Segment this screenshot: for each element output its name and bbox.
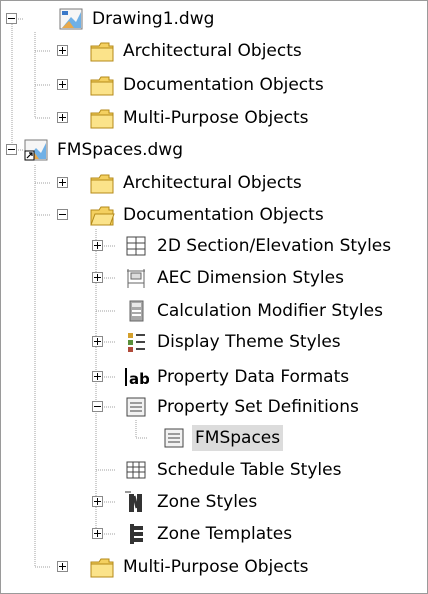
collapse-toggle-property-set-definitions[interactable]: [92, 401, 103, 412]
dimension-style-icon: [127, 269, 145, 288]
tree-node-label: Multi-Purpose Objects: [123, 108, 309, 128]
tree-node-aec-dimension-styles[interactable]: AEC Dimension Styles: [123, 265, 347, 291]
tree-node-calculation-modifier-styles[interactable]: Calculation Modifier Styles: [123, 298, 386, 324]
tree-node-label: Architectural Objects: [123, 41, 302, 61]
expand-toggle-section-elevation-styles[interactable]: [92, 240, 103, 251]
schedule-table-icon: [126, 461, 146, 479]
svg-text:ab: ab: [129, 370, 149, 388]
expand-toggle-fmspaces-architectural[interactable]: [57, 177, 68, 188]
zone-template-icon: [130, 524, 143, 544]
section-elevation-icon: [126, 236, 146, 256]
tree-node-fmspaces[interactable]: FMSpaces.dwg: [23, 137, 186, 163]
tree-node-section-elevation-styles[interactable]: 2D Section/Elevation Styles: [123, 233, 394, 259]
expand-toggle-drawing1-architectural[interactable]: [57, 45, 68, 56]
tree-node-property-set-definitions[interactable]: Property Set Definitions: [123, 394, 362, 420]
tree-node-label: Multi-Purpose Objects: [123, 557, 309, 577]
tree-node-label: Calculation Modifier Styles: [157, 301, 383, 321]
tree-node-label: Zone Templates: [157, 524, 293, 544]
tree-node-drawing1-multipurpose[interactable]: Multi-Purpose Objects: [89, 105, 312, 131]
expand-toggle-fmspaces-multipurpose[interactable]: [57, 561, 68, 572]
tree-node-label: FMSpaces.dwg: [57, 140, 183, 160]
drawing-file-icon: [59, 8, 83, 30]
tree-node-drawing1-documentation[interactable]: Documentation Objects: [89, 72, 327, 98]
tree-node-property-data-formats[interactable]: ab Property Data Formats: [123, 364, 352, 390]
tree-node-label: Property Data Formats: [157, 367, 350, 387]
collapse-toggle-fmspaces-documentation[interactable]: [57, 209, 68, 220]
tree-node-label: Documentation Objects: [123, 75, 324, 95]
folder-icon: [90, 42, 114, 62]
drawing-file-shortcut-icon: [24, 139, 48, 161]
folder-icon: [90, 558, 114, 578]
tree-node-label: Architectural Objects: [123, 173, 302, 193]
collapse-toggle-fmspaces[interactable]: [6, 144, 17, 155]
tree-node-label: 2D Section/Elevation Styles: [157, 236, 392, 256]
tree-node-display-theme-styles[interactable]: Display Theme Styles: [123, 329, 344, 355]
expand-toggle-property-data-formats[interactable]: [92, 371, 103, 382]
zone-style-icon: [125, 491, 142, 512]
tree-node-zone-templates[interactable]: Zone Templates: [123, 521, 295, 547]
folder-icon: [90, 109, 114, 129]
tree-node-label: AEC Dimension Styles: [157, 268, 344, 288]
property-set-icon: [164, 428, 184, 448]
expand-toggle-drawing1-documentation[interactable]: [57, 79, 68, 90]
tree-node-label: Zone Styles: [157, 492, 258, 512]
tree-node-fmspaces-documentation[interactable]: Documentation Objects: [89, 202, 327, 228]
tree-node-schedule-table-styles[interactable]: Schedule Table Styles: [123, 457, 344, 483]
tree-node-label: Property Set Definitions: [157, 397, 359, 417]
folder-open-icon: [90, 206, 115, 226]
tree-node-label: FMSpaces: [192, 425, 284, 451]
tree-node-drawing1-architectural[interactable]: Architectural Objects: [89, 38, 305, 64]
tree-node-label: Drawing1.dwg: [92, 9, 215, 29]
tree-node-fmspaces-multipurpose[interactable]: Multi-Purpose Objects: [89, 554, 312, 580]
tree-node-fmspaces-architectural[interactable]: Architectural Objects: [89, 170, 305, 196]
tree-node-fmspaces-property-set[interactable]: FMSpaces: [161, 425, 284, 451]
tree-node-drawing1[interactable]: Drawing1.dwg: [58, 6, 217, 32]
collapse-toggle-drawing1[interactable]: [6, 13, 17, 24]
tree-node-zone-styles[interactable]: Zone Styles: [123, 489, 260, 515]
tree-node-label: Schedule Table Styles: [157, 460, 342, 480]
tree-node-label: Display Theme Styles: [157, 332, 341, 352]
display-theme-icon: [128, 333, 145, 352]
expand-toggle-display-theme-styles[interactable]: [92, 336, 103, 347]
property-set-icon: [126, 397, 146, 417]
ab-format-icon: ab: [125, 368, 149, 388]
expand-toggle-zone-styles[interactable]: [92, 496, 103, 507]
expand-toggle-drawing1-multipurpose[interactable]: [57, 112, 68, 123]
folder-icon: [90, 76, 114, 96]
calculation-modifier-icon: [129, 300, 144, 322]
expand-toggle-zone-templates[interactable]: [92, 528, 103, 539]
folder-icon: [90, 174, 114, 194]
tree-node-label: Documentation Objects: [123, 205, 324, 225]
expand-toggle-aec-dimension-styles[interactable]: [92, 272, 103, 283]
